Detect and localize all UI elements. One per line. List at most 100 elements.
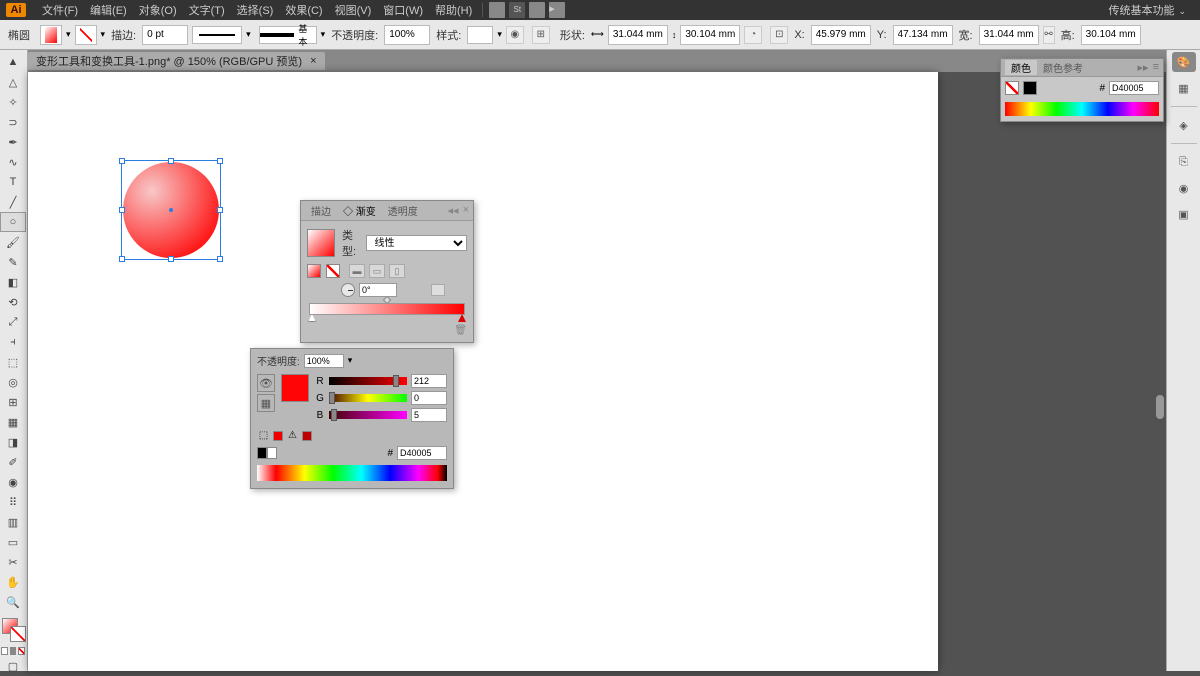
web-safe-swatch[interactable] — [273, 431, 283, 441]
color-panel-icon[interactable]: 🎨 — [1172, 52, 1196, 72]
menu-help[interactable]: 帮助(H) — [429, 2, 478, 18]
symbol-sprayer-tool[interactable]: ⠿ — [0, 492, 26, 512]
vertical-scrollbar-thumb[interactable] — [1156, 395, 1164, 419]
bw-swatches[interactable] — [257, 447, 277, 459]
handle-bot-mid[interactable] — [168, 256, 174, 262]
style-dropdown[interactable] — [467, 26, 493, 44]
eye-icon[interactable]: 👁 — [257, 374, 275, 392]
appearance-panel-icon[interactable]: ◉ — [1174, 178, 1194, 198]
menu-object[interactable]: 对象(O) — [133, 2, 183, 18]
out-of-gamut-icon[interactable]: ⚠ — [286, 429, 299, 442]
shaper-tool[interactable]: ✎ — [0, 252, 26, 272]
current-color-swatch[interactable] — [281, 374, 309, 402]
hand-tool[interactable]: ✋ — [0, 572, 26, 592]
curvature-tool[interactable]: ∿ — [0, 152, 26, 172]
stroke-weight-input[interactable] — [142, 25, 188, 45]
grid-icon[interactable]: ▦ — [257, 394, 275, 412]
color-floating-panel[interactable]: 不透明度: ▾ 👁 ▦ R G B ⬚ ⚠ # — [250, 348, 454, 489]
handle-top-mid[interactable] — [168, 158, 174, 164]
gamut-swatch[interactable] — [302, 431, 312, 441]
angle-dial[interactable] — [341, 283, 355, 297]
graphic-styles-icon[interactable]: ▣ — [1174, 204, 1194, 224]
panel-collapse-icon[interactable]: ▸▸ — [1138, 61, 1149, 74]
gradient-stroke-swatch[interactable] — [326, 264, 340, 278]
perspective-tool[interactable]: ⊞ — [0, 392, 26, 412]
gradient-tool[interactable]: ◨ — [0, 432, 26, 452]
b-input[interactable] — [411, 408, 447, 422]
pen-tool[interactable]: ✒ — [0, 132, 26, 152]
direct-selection-tool[interactable]: △ — [0, 72, 26, 92]
swatch-panel-icon[interactable]: ▦ — [1174, 78, 1194, 98]
close-tab-icon[interactable]: × — [310, 55, 316, 67]
stroke-along-icon[interactable]: ▭ — [369, 264, 385, 278]
zoom-tool[interactable]: 🔍 — [0, 592, 26, 612]
panel-menu-icon[interactable]: ≡ — [1153, 61, 1159, 74]
free-transform-tool[interactable]: ⬚ — [0, 352, 26, 372]
gpu-icon[interactable]: ▸ — [549, 2, 565, 18]
x-input[interactable] — [811, 25, 871, 45]
color-docked-panel[interactable]: 颜色 颜色参考 ▸▸≡ # — [1000, 58, 1164, 122]
stock-icon[interactable]: St — [509, 2, 525, 18]
stroke-swatch[interactable] — [75, 25, 97, 45]
opacity-input-2[interactable] — [304, 354, 344, 368]
menu-file[interactable]: 文件(F) — [36, 2, 84, 18]
menu-view[interactable]: 视图(V) — [329, 2, 378, 18]
stroke-across-icon[interactable]: ▯ — [389, 264, 405, 278]
ellipse-tool[interactable]: ○ — [0, 212, 26, 232]
aspect-icon[interactable] — [431, 284, 445, 296]
r-slider[interactable] — [329, 377, 407, 385]
color-spectrum[interactable] — [1005, 102, 1159, 116]
out-of-web-icon[interactable]: ⬚ — [257, 429, 270, 442]
arrange-icon[interactable] — [529, 2, 545, 18]
stroke-within-icon[interactable]: ▬ — [349, 264, 365, 278]
midpoint-diamond[interactable] — [383, 296, 391, 304]
width-tool[interactable]: ⫞ — [0, 332, 26, 352]
none-swatch[interactable] — [1005, 81, 1019, 95]
gradient-stop-left[interactable] — [308, 314, 316, 322]
eraser-tool[interactable]: ◧ — [0, 272, 26, 292]
layers-panel-icon[interactable]: ◈ — [1174, 115, 1194, 135]
bridge-icon[interactable] — [489, 2, 505, 18]
y-input[interactable] — [893, 25, 953, 45]
menu-type[interactable]: 文字(T) — [183, 2, 231, 18]
magic-wand-tool[interactable]: ✧ — [0, 92, 26, 112]
shape-builder-tool[interactable]: ◎ — [0, 372, 26, 392]
fill-stroke-box[interactable] — [0, 618, 26, 646]
paintbrush-tool[interactable]: 🖌 — [0, 232, 26, 252]
gradient-preview[interactable] — [307, 229, 335, 257]
shape-width-input[interactable] — [608, 25, 668, 45]
recolor-icon[interactable]: ◉ — [506, 26, 524, 44]
menu-effect[interactable]: 效果(C) — [279, 2, 328, 18]
slice-tool[interactable]: ✂ — [0, 552, 26, 572]
selection-tool[interactable]: ▲ — [0, 52, 26, 72]
color-mode-row[interactable] — [0, 646, 26, 656]
g-input[interactable] — [411, 391, 447, 405]
gradient-type-dropdown[interactable]: 线性 — [366, 235, 467, 251]
gradient-slider[interactable] — [309, 303, 465, 315]
graph-tool[interactable]: ▥ — [0, 512, 26, 532]
trash-icon[interactable]: 🗑 — [307, 325, 467, 336]
handle-top-right[interactable] — [217, 158, 223, 164]
angle-input[interactable] — [359, 283, 397, 297]
panel-collapse-icon[interactable]: ◂◂ — [448, 204, 459, 217]
r-input[interactable] — [411, 374, 447, 388]
pie-icon[interactable]: ◔ — [744, 26, 762, 44]
handle-mid-left[interactable] — [119, 207, 125, 213]
gradient-fill-swatch[interactable] — [307, 264, 321, 278]
workspace-switcher[interactable]: 传统基本功能⌄ — [1100, 2, 1194, 18]
b-slider[interactable] — [329, 411, 407, 419]
handle-top-left[interactable] — [119, 158, 125, 164]
hex-input-2[interactable] — [397, 446, 447, 460]
screen-mode[interactable]: ▢ — [0, 656, 26, 676]
rotate-tool[interactable]: ⟲ — [0, 292, 26, 312]
document-tab[interactable]: 变形工具和变换工具-1.png* @ 150% (RGB/GPU 预览) × — [28, 52, 325, 70]
libraries-panel-icon[interactable]: ⎘ — [1174, 152, 1194, 172]
gradient-panel[interactable]: 描边 ◇ 渐变 透明度 ◂◂× 类型: 线性 ▬ ▭ ▯ — [300, 200, 474, 343]
menu-window[interactable]: 窗口(W) — [377, 2, 429, 18]
lasso-tool[interactable]: ⊃ — [0, 112, 26, 132]
blend-tool[interactable]: ◉ — [0, 472, 26, 492]
black-swatch[interactable] — [1023, 81, 1037, 95]
handle-mid-right[interactable] — [217, 207, 223, 213]
height-input[interactable] — [1081, 25, 1141, 45]
brush-dropdown[interactable]: 基本 — [259, 26, 317, 44]
